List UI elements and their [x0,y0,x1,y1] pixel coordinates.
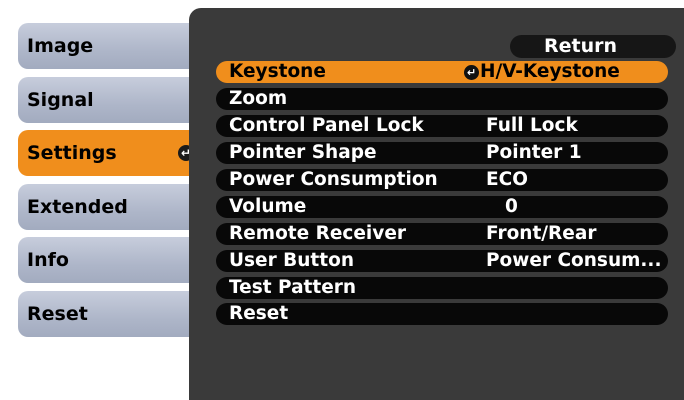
menu-item-label: Test Pattern [229,277,357,298]
menu-item-value: Front/Rear [486,223,597,244]
menu-item-label: Keystone [229,61,326,82]
tab-label: Extended [27,196,128,218]
menu-item-label: Power Consumption [229,169,438,190]
menu-item-test-pattern[interactable]: Test Pattern [216,277,668,299]
tab-label: Settings [27,142,117,164]
tab-extended[interactable]: Extended [18,184,200,230]
tab-label: Signal [27,89,94,111]
menu-item-power-consumption[interactable]: Power Consumption ECO [216,169,668,191]
menu-item-remote-receiver[interactable]: Remote Receiver Front/Rear [216,223,668,245]
tab-label: Reset [27,303,88,325]
menu-item-value: 0 [505,196,518,217]
menu-item-zoom[interactable]: Zoom [216,88,668,110]
tab-label: Image [27,35,94,57]
menu-item-label: User Button [229,250,354,271]
menu-item-pointer-shape[interactable]: Pointer Shape Pointer 1 [216,142,668,164]
tab-signal[interactable]: Signal [18,77,200,123]
menu-item-value: ECO [486,169,528,190]
menu-item-value: ↵ H/V-Keystone [464,61,620,83]
menu-item-user-button[interactable]: User Button Power Consum... [216,250,668,272]
menu-item-value: Pointer 1 [486,142,582,163]
menu-item-value: Full Lock [486,115,578,136]
menu-item-volume[interactable]: Volume 0 [216,196,668,218]
tab-image[interactable]: Image [18,23,200,69]
menu-item-control-panel-lock[interactable]: Control Panel Lock Full Lock [216,115,668,137]
tab-info[interactable]: Info [18,237,200,283]
menu-item-value-text: H/V-Keystone [480,61,620,82]
menu-item-label: Pointer Shape [229,142,377,163]
menu-item-reset[interactable]: Reset [216,303,668,325]
menu-item-label: Control Panel Lock [229,115,424,136]
menu-item-label: Reset [229,303,289,324]
return-button[interactable]: Return [510,35,676,58]
tab-reset[interactable]: Reset [18,291,200,337]
tab-settings[interactable]: Settings ↵ [18,130,200,176]
menu-item-value: Power Consum... [486,250,662,271]
tab-label: Info [27,249,69,271]
menu-item-keystone[interactable]: Keystone ↵ H/V-Keystone [216,61,668,83]
enter-icon: ↵ [464,65,479,80]
menu-item-label: Zoom [229,88,288,109]
menu-item-label: Volume [229,196,307,217]
menu-item-label: Remote Receiver [229,223,406,244]
